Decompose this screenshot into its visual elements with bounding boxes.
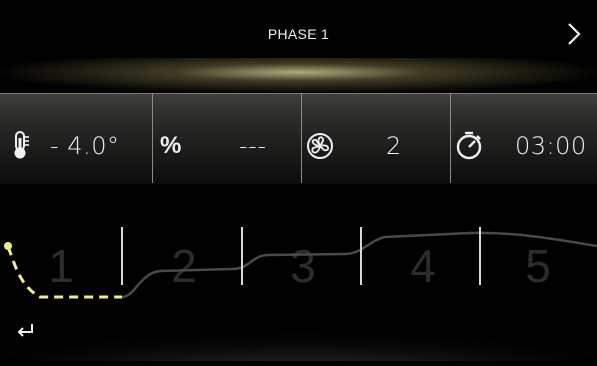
- back-button[interactable]: [14, 320, 36, 342]
- chevron-right-icon: [568, 23, 581, 45]
- phase-label-1: 1: [48, 240, 74, 292]
- timer-value: 03:00: [515, 132, 587, 160]
- phase-chart: 1 2 3 4 5: [0, 185, 597, 366]
- phase-label-3: 3: [290, 240, 316, 292]
- return-arrow-icon: [17, 324, 33, 337]
- temperature-value: - 4.0°: [50, 132, 120, 160]
- humidity-value: ---: [239, 132, 267, 160]
- fan-cell[interactable]: 2: [302, 93, 450, 184]
- timer-cell[interactable]: 03:00: [451, 93, 597, 184]
- phase-label-4: 4: [410, 240, 436, 292]
- fan-speed-value: 2: [386, 132, 402, 160]
- next-phase-button[interactable]: [561, 18, 587, 50]
- page-title: PHASE 1: [267, 26, 330, 42]
- humidity-cell[interactable]: % ---: [153, 93, 301, 184]
- header-glow: [0, 58, 597, 94]
- parameter-bar: - 4.0° % --- 2 03:00: [0, 93, 597, 184]
- phase-labels: 1 2 3 4 5: [48, 240, 551, 292]
- stopwatch-icon: [455, 130, 483, 165]
- phase-curve-chart: 1 2 3 4 5: [0, 227, 597, 366]
- phase-label-5: 5: [525, 240, 551, 292]
- fan-icon: [306, 132, 334, 165]
- humidity-symbol: %: [160, 132, 182, 159]
- start-point: [4, 242, 12, 250]
- thermometer-icon: [10, 130, 32, 165]
- temperature-cell[interactable]: - 4.0°: [0, 93, 152, 184]
- phase-label-2: 2: [171, 240, 197, 292]
